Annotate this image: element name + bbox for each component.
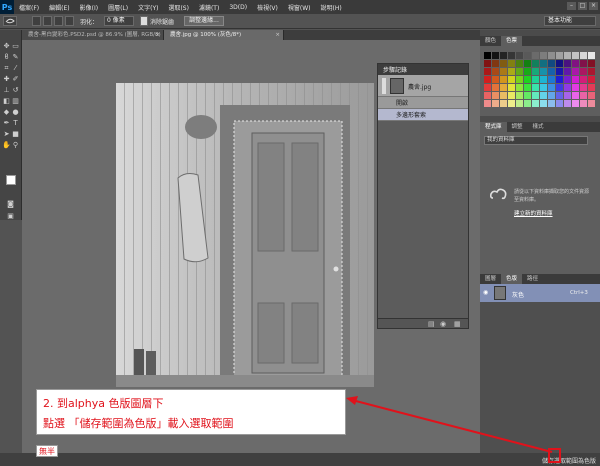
save-selection-highlight[interactable] — [548, 448, 561, 463]
annotation-arrow — [346, 396, 553, 453]
arrow-head — [346, 396, 358, 405]
arrow-line — [351, 399, 553, 453]
